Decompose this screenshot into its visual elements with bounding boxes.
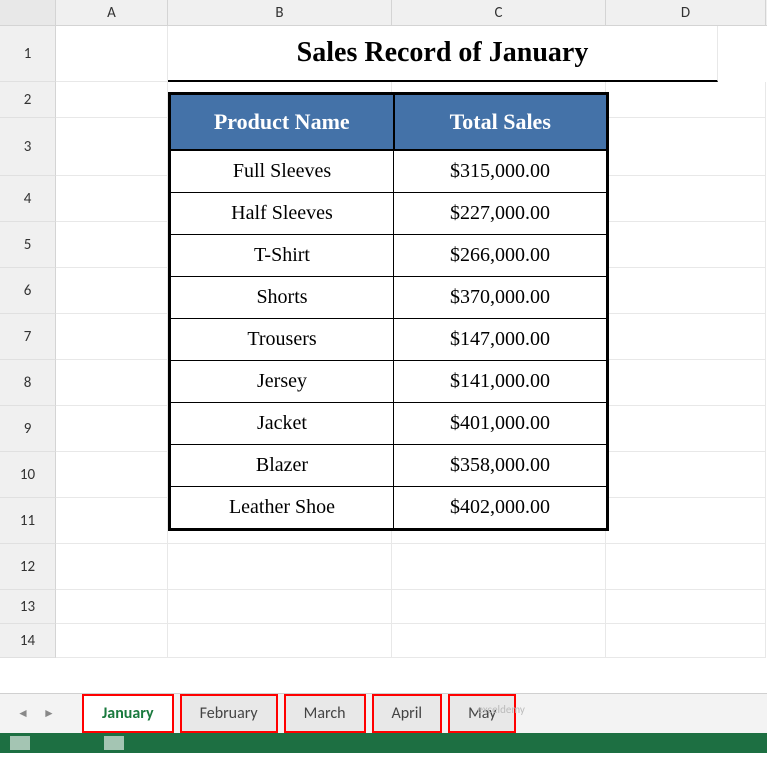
- cell-D11[interactable]: [606, 498, 766, 544]
- cell-D4[interactable]: [606, 176, 766, 222]
- cell-product[interactable]: Leather Shoe: [170, 487, 394, 530]
- sheet-tab-label: February: [200, 704, 258, 723]
- sheet-tab-march[interactable]: March: [284, 694, 366, 733]
- table-header-sales[interactable]: Total Sales: [394, 94, 608, 151]
- cell-C13[interactable]: [392, 590, 606, 624]
- cell-product[interactable]: Shorts: [170, 277, 394, 319]
- cell-product[interactable]: T-Shirt: [170, 235, 394, 277]
- row-header-1[interactable]: 1: [0, 26, 56, 82]
- row-header-3[interactable]: 3: [0, 118, 56, 176]
- column-header-A[interactable]: A: [56, 0, 168, 25]
- cell-A10[interactable]: [56, 452, 168, 498]
- row-header-7[interactable]: 7: [0, 314, 56, 360]
- column-headers-row: A B C D: [0, 0, 767, 26]
- cell-product[interactable]: Half Sleeves: [170, 193, 394, 235]
- cell-product[interactable]: Blazer: [170, 445, 394, 487]
- cell-sales[interactable]: $370,000.00: [394, 277, 608, 319]
- row-header-13[interactable]: 13: [0, 590, 56, 624]
- cell-D6[interactable]: [606, 268, 766, 314]
- cell-sales[interactable]: $141,000.00: [394, 361, 608, 403]
- sheet-tab-january[interactable]: January: [82, 694, 174, 733]
- cell-A6[interactable]: [56, 268, 168, 314]
- table-row: Jersey$141,000.00: [170, 361, 608, 403]
- cell-sales[interactable]: $147,000.00: [394, 319, 608, 361]
- cell-D8[interactable]: [606, 360, 766, 406]
- table-row: Blazer$358,000.00: [170, 445, 608, 487]
- table-row: T-Shirt$266,000.00: [170, 235, 608, 277]
- row-header-8[interactable]: 8: [0, 360, 56, 406]
- table-row: Full Sleeves$315,000.00: [170, 150, 608, 193]
- table-row: Jacket$401,000.00: [170, 403, 608, 445]
- table-row: Leather Shoe$402,000.00: [170, 487, 608, 530]
- cell-A8[interactable]: [56, 360, 168, 406]
- cell-A11[interactable]: [56, 498, 168, 544]
- cell-A14[interactable]: [56, 624, 168, 658]
- tab-nav-prev-icon[interactable]: ◄: [14, 705, 32, 723]
- cell-product[interactable]: Jacket: [170, 403, 394, 445]
- cell-B13[interactable]: [168, 590, 392, 624]
- column-header-C[interactable]: C: [392, 0, 606, 25]
- row-header-2[interactable]: 2: [0, 82, 56, 118]
- cell-A5[interactable]: [56, 222, 168, 268]
- status-bar-item: [10, 736, 30, 750]
- tabs-container: January exceldemy February March April M…: [82, 694, 516, 733]
- cell-D13[interactable]: [606, 590, 766, 624]
- cell-D3[interactable]: [606, 118, 766, 176]
- column-header-D[interactable]: D: [606, 0, 766, 25]
- cell-A9[interactable]: [56, 406, 168, 452]
- column-header-B[interactable]: B: [168, 0, 392, 25]
- cell-C12[interactable]: [392, 544, 606, 590]
- cell-D7[interactable]: [606, 314, 766, 360]
- row-header-5[interactable]: 5: [0, 222, 56, 268]
- row-header-14[interactable]: 14: [0, 624, 56, 658]
- cell-product[interactable]: Jersey: [170, 361, 394, 403]
- cell-A7[interactable]: [56, 314, 168, 360]
- cell-A13[interactable]: [56, 590, 168, 624]
- sheet-tabs-bar: ◄ ► January exceldemy February March Apr…: [0, 693, 767, 733]
- spreadsheet-grid: A B C D 1 Sales Record of January 2 3 4 …: [0, 0, 767, 690]
- sheet-tab-february[interactable]: exceldemy February: [180, 694, 278, 733]
- table-body: Full Sleeves$315,000.00 Half Sleeves$227…: [170, 150, 608, 530]
- table-row: Half Sleeves$227,000.00: [170, 193, 608, 235]
- row-header-9[interactable]: 9: [0, 406, 56, 452]
- cell-D2[interactable]: [606, 82, 766, 118]
- cell-D9[interactable]: [606, 406, 766, 452]
- row-header-12[interactable]: 12: [0, 544, 56, 590]
- cell-sales[interactable]: $227,000.00: [394, 193, 608, 235]
- cell-A1[interactable]: [56, 26, 168, 82]
- cell-A4[interactable]: [56, 176, 168, 222]
- row-header-6[interactable]: 6: [0, 268, 56, 314]
- cell-product[interactable]: Trousers: [170, 319, 394, 361]
- status-bar-item: [104, 736, 124, 750]
- cell-A3[interactable]: [56, 118, 168, 176]
- sales-table: Product Name Total Sales Full Sleeves$31…: [168, 92, 609, 531]
- row-header-11[interactable]: 11: [0, 498, 56, 544]
- cell-B14[interactable]: [168, 624, 392, 658]
- cell-product[interactable]: Full Sleeves: [170, 150, 394, 193]
- cell-B12[interactable]: [168, 544, 392, 590]
- select-all-corner[interactable]: [0, 0, 56, 25]
- cell-D14[interactable]: [606, 624, 766, 658]
- row-header-10[interactable]: 10: [0, 452, 56, 498]
- sheet-tab-may[interactable]: May: [448, 694, 516, 733]
- cell-sales[interactable]: $358,000.00: [394, 445, 608, 487]
- cell-A12[interactable]: [56, 544, 168, 590]
- cell-A2[interactable]: [56, 82, 168, 118]
- tab-nav-next-icon[interactable]: ►: [40, 705, 58, 723]
- cell-sales[interactable]: $401,000.00: [394, 403, 608, 445]
- status-bar: [0, 733, 767, 753]
- sheet-title[interactable]: Sales Record of January: [168, 26, 718, 82]
- sheet-tab-april[interactable]: April: [372, 694, 443, 733]
- cell-D5[interactable]: [606, 222, 766, 268]
- row-header-4[interactable]: 4: [0, 176, 56, 222]
- cell-C14[interactable]: [392, 624, 606, 658]
- table-row: Shorts$370,000.00: [170, 277, 608, 319]
- table-header-product[interactable]: Product Name: [170, 94, 394, 151]
- cell-sales[interactable]: $402,000.00: [394, 487, 608, 530]
- cell-sales[interactable]: $266,000.00: [394, 235, 608, 277]
- table-row: Trousers$147,000.00: [170, 319, 608, 361]
- cell-D10[interactable]: [606, 452, 766, 498]
- cell-D12[interactable]: [606, 544, 766, 590]
- cell-sales[interactable]: $315,000.00: [394, 150, 608, 193]
